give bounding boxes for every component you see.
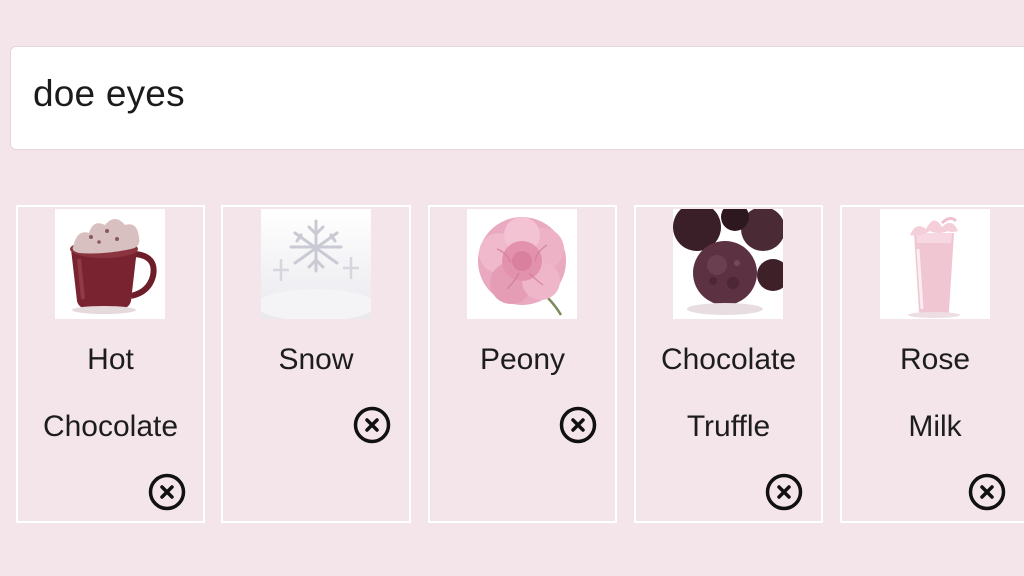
snowflake-image <box>261 209 371 319</box>
hot-chocolate-image <box>55 209 165 319</box>
close-circle-icon[interactable] <box>353 406 391 444</box>
card-label-line1: Snow <box>278 343 354 376</box>
close-circle-icon[interactable] <box>559 406 597 444</box>
tag-card-chocolate-truffle[interactable]: Chocolate Truffle <box>634 205 823 523</box>
card-label-line1: Hot <box>87 343 134 376</box>
tag-card-hot-chocolate[interactable]: Hot Chocolate <box>16 205 205 523</box>
card-label-line1: Rose <box>899 343 971 376</box>
tag-card-rose-milk[interactable]: Rose Milk <box>840 205 1024 523</box>
tag-card-peony[interactable]: Peony <box>428 205 617 523</box>
card-label-line2: Chocolate <box>42 410 179 443</box>
tag-card-snow[interactable]: Snow <box>221 205 411 523</box>
close-circle-icon[interactable] <box>148 473 186 511</box>
card-label-line2: Milk <box>908 410 962 443</box>
rose-milk-image <box>880 209 990 319</box>
chocolate-truffle-image <box>673 209 783 319</box>
card-label-line1: Peony <box>479 343 566 376</box>
close-circle-icon[interactable] <box>968 473 1006 511</box>
tag-card-list: Hot Chocolate Snow Peony Chocolate Truff… <box>0 0 1024 576</box>
card-label-line1: Chocolate <box>660 343 797 376</box>
close-circle-icon[interactable] <box>765 473 803 511</box>
peony-image <box>467 209 577 319</box>
card-label-line2: Truffle <box>686 410 771 443</box>
